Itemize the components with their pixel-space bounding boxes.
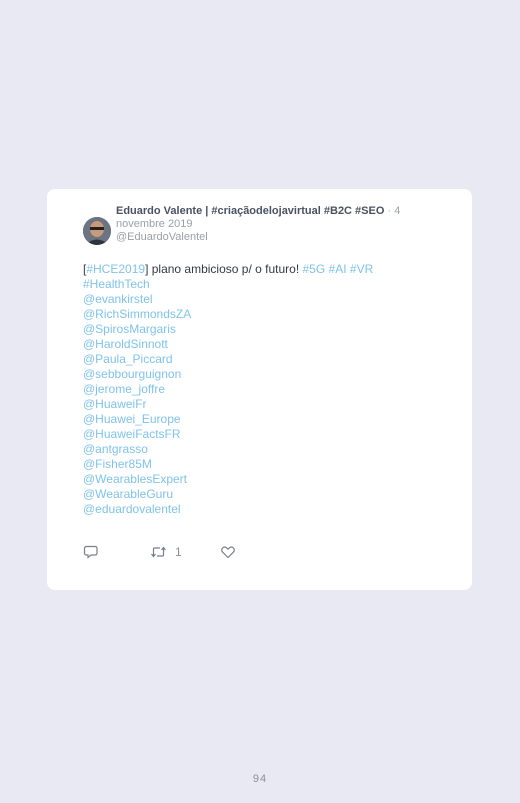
mention-link[interactable]: @eduardovalentel (83, 502, 423, 517)
mention-link[interactable]: @HaroldSinnott (83, 337, 423, 352)
mention-link[interactable]: @jerome_joffre (83, 382, 423, 397)
page-number: 94 (252, 773, 268, 785)
reply-button[interactable] (83, 544, 99, 560)
mention-link[interactable]: @antgrasso (83, 442, 423, 457)
mention-link[interactable]: @SpirosMargaris (83, 322, 423, 337)
retweet-button[interactable]: 1 (150, 544, 182, 560)
reply-icon (83, 544, 99, 560)
like-button[interactable] (220, 544, 236, 560)
mention-link[interactable]: @evankirstel (83, 292, 423, 307)
text-middle: ] plano ambicioso p/ o futuro! (145, 262, 303, 276)
separator: · (387, 205, 392, 217)
author-handle[interactable]: @EduardoValentel (116, 231, 208, 243)
mention-link[interactable]: @sebbourguignon (83, 367, 423, 382)
hashtag-healthtech[interactable]: #HealthTech (83, 277, 150, 291)
avatar[interactable] (83, 217, 111, 245)
hashtag-hce2019[interactable]: #HCE2019 (86, 262, 145, 276)
mention-link[interactable]: @Huawei_Europe (83, 412, 423, 427)
hashtag-ai[interactable]: #AI (329, 262, 347, 276)
retweet-icon (150, 544, 167, 560)
tweet-card: Eduardo Valente | #criaçãodelojavirtual … (47, 189, 472, 590)
tweet-actions: 1 (83, 544, 383, 562)
mention-link[interactable]: @RichSimmondsZA (83, 307, 423, 322)
tweet-header: Eduardo Valente | #criaçãodelojavirtual … (116, 205, 426, 244)
like-icon (220, 544, 236, 560)
hashtag-5g[interactable]: #5G (303, 262, 326, 276)
retweet-count: 1 (175, 545, 182, 559)
mention-link[interactable]: @Fisher85M (83, 457, 423, 472)
mention-link[interactable]: @WearablesExpert (83, 472, 423, 487)
mention-link[interactable]: @Paula_Piccard (83, 352, 423, 367)
hashtag-vr[interactable]: #VR (350, 262, 373, 276)
mention-link[interactable]: @HuaweiFr (83, 397, 423, 412)
mention-link[interactable]: @HuaweiFactsFR (83, 427, 423, 442)
mention-link[interactable]: @WearableGuru (83, 487, 423, 502)
tweet-text: [#HCE2019] plano ambicioso p/ o futuro! … (83, 262, 423, 517)
author-name[interactable]: Eduardo Valente | #criaçãodelojavirtual … (116, 205, 384, 217)
